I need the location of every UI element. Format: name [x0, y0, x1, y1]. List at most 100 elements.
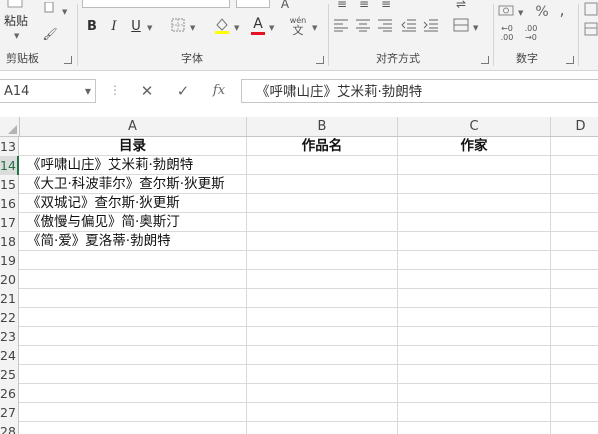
cell-c13[interactable]: 作家	[398, 137, 551, 156]
formula-bar-grip-icon[interactable]: ⋮	[109, 83, 121, 97]
row-header[interactable]: 25	[0, 365, 19, 384]
row-header[interactable]: 23	[0, 327, 19, 346]
font-launcher-icon[interactable]	[316, 56, 324, 64]
name-box-dropdown-icon[interactable]: ▼	[85, 80, 91, 104]
underline-button[interactable]: U	[128, 19, 144, 35]
phonetic-guide-icon[interactable]: wén 文	[288, 16, 308, 36]
cell-d15[interactable]	[551, 175, 598, 194]
row-header[interactable]: 22	[0, 308, 19, 327]
paste-icon[interactable]	[6, 0, 28, 8]
cell-b20[interactable]	[247, 270, 398, 289]
cell-b27[interactable]	[247, 403, 398, 422]
copy-icon[interactable]	[44, 1, 58, 18]
cell-d24[interactable]	[551, 346, 598, 365]
row-header[interactable]: 27	[0, 403, 19, 422]
paste-button[interactable]: 粘贴	[4, 12, 28, 29]
cell-b15[interactable]	[247, 175, 398, 194]
font-family-select[interactable]	[82, 0, 230, 8]
row-header[interactable]: 28	[0, 422, 19, 434]
cell-d26[interactable]	[551, 384, 598, 403]
align-left-icon[interactable]	[333, 18, 349, 36]
border-icon[interactable]	[170, 18, 186, 36]
cell-a21[interactable]	[19, 289, 247, 308]
grow-font-icon[interactable]: A	[278, 0, 292, 12]
cell-d17[interactable]	[551, 213, 598, 232]
insert-function-button[interactable]: fx	[207, 81, 231, 101]
italic-button[interactable]: I	[106, 19, 122, 35]
paste-dropdown-icon[interactable]: ▼	[14, 32, 19, 40]
cell-b18[interactable]	[247, 232, 398, 251]
cell-c27[interactable]	[398, 403, 551, 422]
number-launcher-icon[interactable]	[566, 56, 574, 64]
cell-a18[interactable]: 《简·爱》夏洛蒂·勃朗特	[19, 232, 247, 251]
cell-d14[interactable]	[551, 156, 598, 175]
cancel-icon[interactable]: ✕	[135, 81, 159, 101]
cell-b21[interactable]	[247, 289, 398, 308]
cell-b14[interactable]	[247, 156, 398, 175]
cell-d13[interactable]	[551, 137, 598, 156]
cell-c17[interactable]	[398, 213, 551, 232]
column-header-c[interactable]: C	[398, 117, 551, 136]
increase-indent-icon[interactable]	[423, 18, 439, 36]
cell-a23[interactable]	[19, 327, 247, 346]
worksheet-grid[interactable]: A B C D 13 目录 作品名 作家 14 《呼啸山庄》艾米莉·勃朗特 15 《大卫·科波…	[0, 117, 598, 434]
fill-color-icon[interactable]	[214, 16, 230, 38]
increase-decimal-button[interactable]: ←0 .00	[498, 24, 516, 42]
font-color-icon[interactable]: A	[250, 17, 266, 37]
cell-c19[interactable]	[398, 251, 551, 270]
cell-d22[interactable]	[551, 308, 598, 327]
phonetic-dropdown-icon[interactable]: ▼	[312, 24, 317, 32]
bottom-align-icon[interactable]: ≡	[379, 0, 393, 12]
cell-d25[interactable]	[551, 365, 598, 384]
merge-center-icon[interactable]	[453, 18, 469, 36]
table-format-icon[interactable]	[584, 22, 598, 40]
cell-c23[interactable]	[398, 327, 551, 346]
cell-d19[interactable]	[551, 251, 598, 270]
middle-align-icon[interactable]: ≡	[357, 0, 371, 12]
cell-c22[interactable]	[398, 308, 551, 327]
name-box[interactable]: A14 ▼	[0, 79, 96, 103]
top-align-icon[interactable]: ≡	[335, 0, 349, 12]
accounting-dropdown-icon[interactable]: ▼	[518, 9, 523, 17]
cell-c15[interactable]	[398, 175, 551, 194]
row-header[interactable]: 24	[0, 346, 19, 365]
row-header[interactable]: 17	[0, 213, 19, 232]
cell-b16[interactable]	[247, 194, 398, 213]
bold-button[interactable]: B	[84, 19, 100, 35]
conditional-format-icon[interactable]	[584, 2, 598, 20]
cell-d21[interactable]	[551, 289, 598, 308]
cell-a14[interactable]: 《呼啸山庄》艾米莉·勃朗特	[19, 156, 247, 175]
cell-c20[interactable]	[398, 270, 551, 289]
row-header[interactable]: 15	[0, 175, 19, 194]
font-size-select[interactable]	[236, 0, 270, 8]
column-header-b[interactable]: B	[247, 117, 398, 136]
row-header[interactable]: 19	[0, 251, 19, 270]
format-painter-icon[interactable]: 🖌	[42, 26, 58, 42]
enter-check-icon[interactable]: ✓	[171, 81, 195, 101]
cell-d20[interactable]	[551, 270, 598, 289]
cell-a17[interactable]: 《傲慢与偏见》简·奥斯汀	[19, 213, 247, 232]
cell-c16[interactable]	[398, 194, 551, 213]
cell-b28[interactable]	[247, 422, 398, 434]
cell-d18[interactable]	[551, 232, 598, 251]
row-header[interactable]: 13	[0, 137, 19, 156]
select-all-button[interactable]	[0, 117, 20, 136]
row-header[interactable]: 16	[0, 194, 19, 213]
cell-a20[interactable]	[19, 270, 247, 289]
cell-b24[interactable]	[247, 346, 398, 365]
font-color-dropdown-icon[interactable]: ▼	[269, 24, 274, 32]
cell-a27[interactable]	[19, 403, 247, 422]
wrap-text-icon[interactable]: ⇌	[453, 0, 469, 12]
cell-b26[interactable]	[247, 384, 398, 403]
decrease-decimal-button[interactable]: .00 →0	[522, 24, 540, 42]
row-header[interactable]: 26	[0, 384, 19, 403]
comma-style-icon[interactable]: ,	[556, 2, 568, 18]
row-header[interactable]: 20	[0, 270, 19, 289]
cell-b25[interactable]	[247, 365, 398, 384]
cell-c21[interactable]	[398, 289, 551, 308]
column-header-a[interactable]: A	[19, 117, 247, 136]
cell-a16[interactable]: 《双城记》查尔斯·狄更斯	[19, 194, 247, 213]
clipboard-launcher-icon[interactable]	[64, 56, 72, 64]
cell-c18[interactable]	[398, 232, 551, 251]
cell-a26[interactable]	[19, 384, 247, 403]
